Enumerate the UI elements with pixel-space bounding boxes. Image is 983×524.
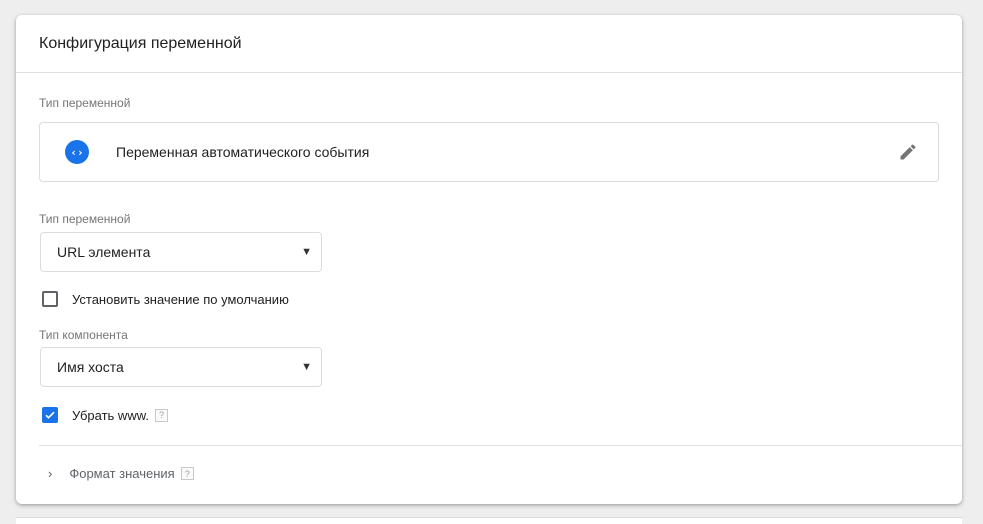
dropdown-arrow-icon: ▼ <box>301 246 312 258</box>
card-header: Конфигурация переменной <box>16 15 962 73</box>
default-value-label: Установить значение по умолчанию <box>72 291 289 307</box>
code-brackets-icon: ‹› <box>65 140 89 164</box>
checkmark-icon <box>45 411 55 419</box>
default-value-row[interactable]: Установить значение по умолчанию <box>42 291 289 307</box>
chevron-right-icon: › <box>48 466 53 481</box>
strip-www-label: Убрать www. <box>72 407 149 423</box>
component-type-select[interactable]: Имя хоста ▼ <box>40 347 322 387</box>
component-type-label: Тип компонента <box>39 328 128 342</box>
variable-type-selector[interactable]: ‹› Переменная автоматического события <box>39 122 939 182</box>
help-icon[interactable]: ? <box>155 408 168 422</box>
variable-subtype-label: Тип переменной <box>39 212 131 226</box>
help-icon[interactable]: ? <box>180 467 194 480</box>
strip-www-checkbox[interactable] <box>42 407 58 423</box>
format-value-expander[interactable]: › Формат значения ? <box>48 466 194 481</box>
section-divider <box>39 445 962 446</box>
dropdown-arrow-icon: ▼ <box>301 361 312 373</box>
component-type-value: Имя хоста <box>57 359 124 375</box>
strip-www-row[interactable]: Убрать www. ? <box>42 407 168 423</box>
variable-type-name: Переменная автоматического события <box>116 144 370 160</box>
variable-configuration-card: Конфигурация переменной Тип переменной ‹… <box>16 15 962 504</box>
variable-type-label: Тип переменной <box>39 96 131 110</box>
card-title: Конфигурация переменной <box>39 34 242 52</box>
variable-subtype-value: URL элемента <box>57 244 151 260</box>
default-value-checkbox[interactable] <box>42 291 58 307</box>
format-value-label: Формат значения <box>69 466 175 481</box>
variable-subtype-select[interactable]: URL элемента ▼ <box>40 232 322 272</box>
pencil-icon[interactable] <box>898 142 918 162</box>
